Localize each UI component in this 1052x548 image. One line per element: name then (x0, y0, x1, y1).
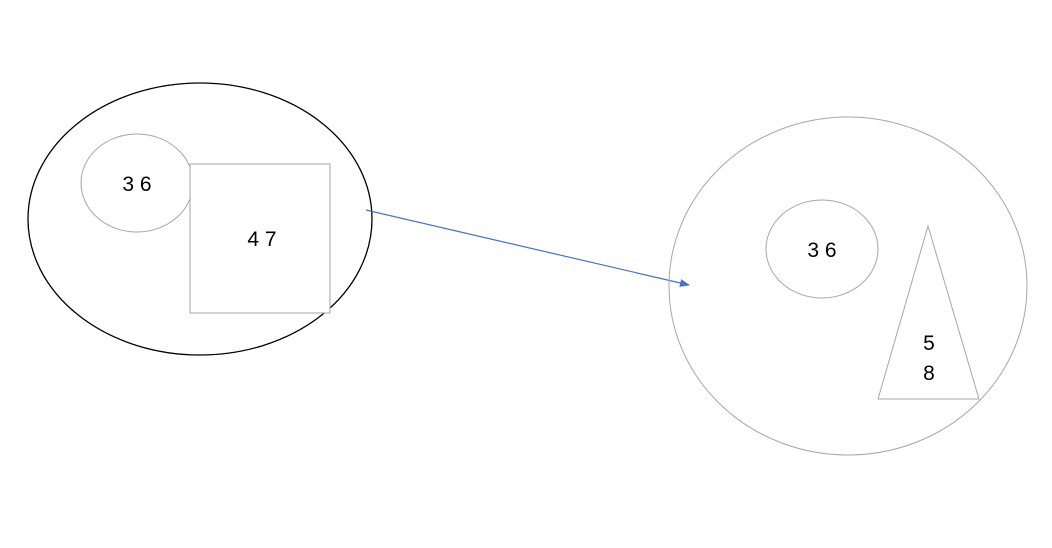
right-triangle-label-line1: 5 (923, 332, 935, 355)
left-square-label: 4 7 (247, 228, 276, 251)
right-triangle-label-line2: 8 (923, 362, 935, 385)
left-circle-label: 3 6 (122, 173, 151, 196)
right-circle-label: 3 6 (807, 239, 836, 262)
left-group: 3 6 4 7 (27, 82, 373, 356)
diagram-canvas: 3 6 4 7 3 6 5 8 (27, 82, 1028, 456)
transition-arrow (365, 209, 690, 287)
right-group: 3 6 5 8 (668, 116, 1028, 456)
